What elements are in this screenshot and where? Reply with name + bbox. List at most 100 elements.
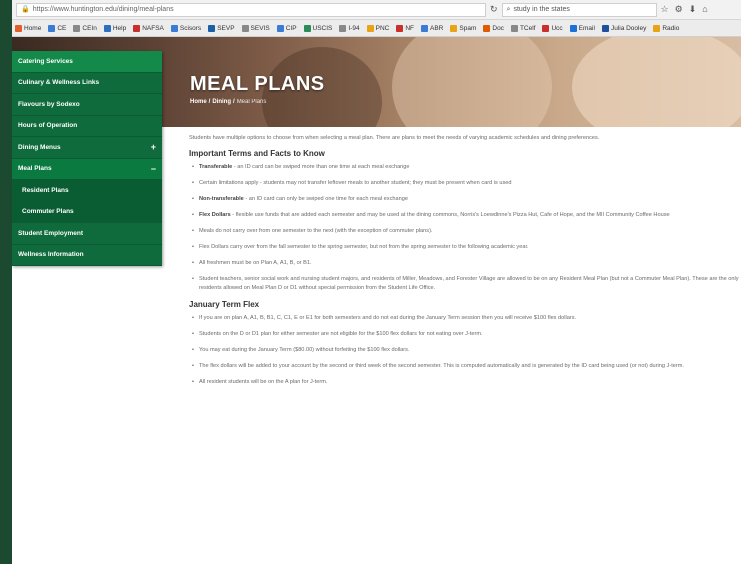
list-item: Student teachers, senior social work and… <box>189 275 741 293</box>
bookmark-item[interactable]: Help <box>103 24 126 32</box>
bookmark-favicon-icon <box>276 24 284 32</box>
sidebar-item-label: Resident Plans <box>22 186 69 194</box>
url-bar[interactable]: 🔒 https://www.huntington.edu/dining/meal… <box>16 2 486 17</box>
breadcrumb: Home / Dining / Meal Plans <box>190 99 267 105</box>
list-item: All freshmen must be on Plan A, A1, B, o… <box>189 259 741 268</box>
list-item: Certain limitations apply - students may… <box>189 179 741 188</box>
sidebar-item-label: Wellness Information <box>18 251 84 259</box>
bookmark-item[interactable]: Doc <box>483 24 504 32</box>
search-text: study in the states <box>513 5 570 13</box>
sidebar-item[interactable]: Dining Menus + <box>12 137 162 159</box>
lock-icon: 🔒 <box>21 5 30 13</box>
sidebar-item[interactable]: Student Employment <box>12 223 162 245</box>
section-heading-terms: Important Terms and Facts to Know <box>189 149 325 158</box>
breadcrumb-dining[interactable]: Dining <box>212 99 231 105</box>
toolbar-icons: ☆ ⚙ ⬇ ⌂ <box>661 4 708 15</box>
bookmark-favicon-icon <box>510 24 518 32</box>
list-item: Transferable - an ID card can be swiped … <box>189 163 741 172</box>
bookmark-item[interactable]: Julia Dooley <box>601 24 646 32</box>
list-item: Non-transferable - an ID card can only b… <box>189 195 741 204</box>
sidebar-item-label: Student Employment <box>18 229 84 237</box>
bookmark-favicon-icon <box>170 24 178 32</box>
sidebar-item-label: Hours of Operation <box>18 122 78 130</box>
bookmark-item[interactable]: TCelf <box>510 24 535 32</box>
reload-icon[interactable]: ↻ <box>490 4 498 15</box>
sidebar-item[interactable]: Culinary & Wellness Links <box>12 73 162 94</box>
terms-list: Transferable - an ID card can be swiped … <box>189 163 741 293</box>
bookmark-item[interactable]: Radio <box>653 24 679 32</box>
expand-toggle-icon[interactable]: + <box>151 142 156 152</box>
bookmark-item[interactable]: PNC <box>366 24 389 32</box>
sidebar-nav: Catering Services Culinary & Wellness Lin… <box>12 51 162 266</box>
library-icon[interactable]: ⚙ <box>675 4 683 15</box>
bookmark-favicon-icon <box>366 24 374 32</box>
sidebar-item-label: Culinary & Wellness Links <box>18 79 100 87</box>
january-list: If you are on plan A, A1, B, B1, C, C1, … <box>189 314 741 387</box>
bookmark-item[interactable]: USCIS <box>303 24 332 32</box>
sidebar-item[interactable]: Catering Services <box>12 51 162 73</box>
bookmark-favicon-icon <box>542 24 550 32</box>
list-item: If you are on plan A, A1, B, B1, C, C1, … <box>189 314 741 323</box>
download-icon[interactable]: ⬇ <box>689 4 697 15</box>
browser-window: 🔒 https://www.huntington.edu/dining/meal… <box>12 0 741 564</box>
url-text: https://www.huntington.edu/dining/meal-p… <box>32 5 174 13</box>
sidebar-item-label: Meal Plans <box>18 165 52 173</box>
bookmark-favicon-icon <box>15 24 22 32</box>
search-input[interactable]: ⌕ study in the states <box>501 2 657 17</box>
bookmark-item[interactable]: Scisors <box>170 24 201 32</box>
bookmark-item[interactable]: NAFSA <box>133 24 164 32</box>
bookmark-item[interactable]: CIP <box>276 24 297 32</box>
bookmark-favicon-icon <box>303 24 311 32</box>
breadcrumb-current: Meal Plans <box>236 99 267 105</box>
main-content: Students have multiple options to choose… <box>189 134 741 394</box>
address-toolbar: 🔒 https://www.huntington.edu/dining/meal… <box>12 0 741 20</box>
bookmark-item[interactable]: CEIn <box>73 24 97 32</box>
expand-toggle-icon[interactable]: − <box>151 164 156 174</box>
bookmark-item[interactable]: CE <box>48 24 66 32</box>
bookmark-favicon-icon <box>133 24 141 32</box>
bookmarks-bar: Home CE CEIn Help NAFSA Scisors SEVP SEVIS CIP US… <box>12 20 741 37</box>
list-item: Meals do not carry over from one semeste… <box>189 227 741 236</box>
bookmark-item[interactable]: I-94 <box>339 24 360 32</box>
sidebar-item[interactable]: Meal Plans − <box>12 158 162 180</box>
breadcrumb-home[interactable]: Home <box>190 99 207 105</box>
sidebar-item-label: Catering Services <box>18 57 73 65</box>
bookmark-favicon-icon <box>48 24 56 32</box>
page-title: MEAL PLANS <box>190 73 325 95</box>
bookmark-favicon-icon <box>421 24 429 32</box>
list-item: Students on the D or D1 plan for either … <box>189 330 741 339</box>
bookmark-favicon-icon <box>241 24 249 32</box>
home-icon[interactable]: ⌂ <box>702 4 707 15</box>
bookmark-item[interactable]: SEVIS <box>241 24 270 32</box>
bookmark-favicon-icon <box>396 24 404 32</box>
bookmark-item[interactable]: Ucc <box>542 24 563 32</box>
bookmark-item[interactable]: NF <box>396 24 414 32</box>
bookmark-favicon-icon <box>73 24 81 32</box>
sidebar-item[interactable]: Resident Plans <box>12 180 162 202</box>
sidebar-item[interactable]: Hours of Operation <box>12 116 162 137</box>
list-item: Flex Dollars carry over from the fall se… <box>189 243 741 252</box>
intro-paragraph: Students have multiple options to choose… <box>189 135 600 141</box>
list-item: Flex Dollars - flexible use funds that a… <box>189 211 741 220</box>
star-icon[interactable]: ☆ <box>661 4 669 15</box>
bookmark-favicon-icon <box>450 24 458 32</box>
bookmark-favicon-icon <box>103 24 111 32</box>
sidebar-item[interactable]: Flavours by Sodexo <box>12 94 162 116</box>
bookmark-item[interactable]: Spam <box>450 24 476 32</box>
sidebar-item[interactable]: Commuter Plans <box>12 201 162 223</box>
window-frame <box>0 0 12 564</box>
bookmark-favicon-icon <box>653 24 661 32</box>
list-item: The flex dollars will be added to your a… <box>189 362 741 371</box>
sidebar-item-label: Commuter Plans <box>22 208 74 216</box>
search-icon: ⌕ <box>506 5 511 13</box>
sidebar-item[interactable]: Wellness Information <box>12 245 162 266</box>
bookmark-favicon-icon <box>601 24 609 32</box>
bookmark-item[interactable]: Email <box>569 24 595 32</box>
bookmark-item[interactable]: Home <box>15 24 41 32</box>
bookmark-item[interactable]: SEVP <box>208 24 235 32</box>
bookmark-favicon-icon <box>208 24 216 32</box>
bookmark-favicon-icon <box>339 24 347 32</box>
sidebar-item-label: Dining Menus <box>18 143 61 151</box>
bookmark-item[interactable]: ABR <box>421 24 443 32</box>
reload-controls: ↻ <box>490 4 498 15</box>
